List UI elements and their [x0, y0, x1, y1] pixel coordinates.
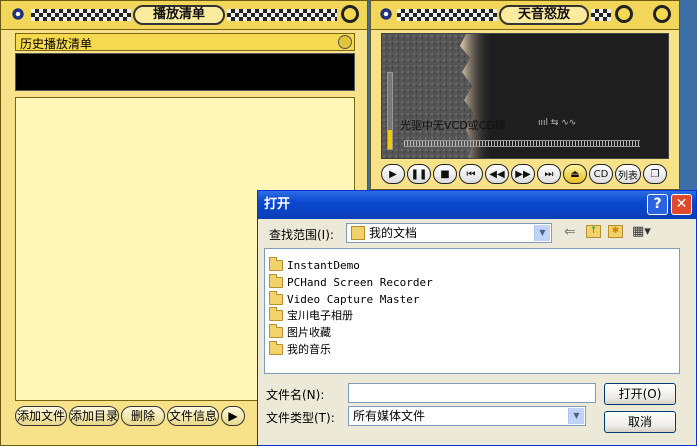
player-menu-icon[interactable]: [379, 7, 393, 21]
forward-button[interactable]: ▶▶: [511, 164, 535, 184]
cancel-button[interactable]: 取消: [604, 411, 676, 433]
folder-icon: [269, 290, 283, 305]
app-menu-icon[interactable]: [11, 7, 25, 21]
last-track-button[interactable]: ⏭: [537, 164, 561, 184]
lookin-label: 查找范围(I):: [269, 228, 334, 242]
music-folder-icon: [269, 340, 283, 355]
playlist-play-button[interactable]: ▶: [221, 406, 245, 426]
back-arrow-icon[interactable]: ⇐: [564, 224, 576, 240]
titlebar-pattern: [591, 9, 611, 21]
first-track-button[interactable]: ⏮: [459, 164, 483, 184]
list-item[interactable]: 我的音乐: [269, 340, 331, 357]
close-knob-icon[interactable]: [341, 5, 359, 23]
spectrum-icons[interactable]: ıııl ⇆ ∿∿: [538, 118, 576, 128]
player-window: 天音怒放 光驱中无VCD或CD碟 ıııl ⇆ ∿∿ ▶ ❚❚ ■ ⏮ ◀◀ ▶…: [370, 0, 680, 190]
chevron-down-icon[interactable]: ▼: [568, 408, 584, 424]
lookin-dropdown[interactable]: 我的文档 ▼: [346, 223, 552, 243]
list-item[interactable]: 图片收藏: [269, 323, 331, 340]
status-text: 光驱中无VCD或CD碟: [400, 119, 506, 132]
add-file-button[interactable]: 添加文件: [15, 406, 67, 426]
history-toggle-icon[interactable]: [338, 35, 352, 49]
titlebar-pattern: [227, 9, 337, 21]
list-item[interactable]: PCHand Screen Recorder: [269, 273, 433, 290]
volume-slider[interactable]: [387, 72, 393, 150]
filename-input[interactable]: [348, 383, 596, 403]
folder-icon: [269, 256, 283, 271]
file-info-button[interactable]: 文件信息: [167, 406, 219, 426]
chevron-down-icon[interactable]: ▼: [534, 225, 550, 241]
add-folder-button[interactable]: 添加目录: [69, 406, 119, 426]
playlist-titlebar[interactable]: 播放清单: [1, 1, 367, 30]
list-item[interactable]: InstantDemo: [269, 256, 360, 273]
help-icon[interactable]: ?: [647, 194, 668, 215]
minimize-knob-icon[interactable]: [615, 5, 633, 23]
filetype-value: 所有媒体文件: [353, 409, 426, 423]
history-playlist-box[interactable]: [15, 53, 355, 91]
dialog-titlebar[interactable]: 打开 ? ✕: [258, 191, 696, 219]
filetype-label: 文件类型(T):: [266, 411, 335, 425]
history-playlist-label: 历史播放清单: [20, 37, 93, 51]
mini-mode-button[interactable]: ❐: [643, 164, 667, 184]
list-button[interactable]: 列表: [615, 164, 641, 184]
seek-bar[interactable]: [404, 140, 640, 147]
delete-button[interactable]: 删除: [121, 406, 165, 426]
playlist-title: 播放清单: [133, 5, 225, 25]
close-knob-icon[interactable]: [653, 5, 671, 23]
list-item[interactable]: Video Capture Master: [269, 290, 419, 307]
close-icon[interactable]: ✕: [671, 194, 692, 215]
play-button[interactable]: ▶: [381, 164, 405, 184]
filetype-dropdown[interactable]: 所有媒体文件 ▼: [348, 406, 586, 426]
list-item[interactable]: 宝川电子相册: [269, 306, 353, 323]
folder-icon: [269, 306, 283, 321]
player-display: 光驱中无VCD或CD碟 ıııl ⇆ ∿∿: [381, 33, 669, 159]
cd-button[interactable]: CD: [589, 164, 613, 184]
up-folder-icon[interactable]: ↑: [586, 225, 601, 238]
pictures-folder-icon: [269, 323, 283, 338]
lookin-value: 我的文档: [369, 226, 418, 240]
file-list[interactable]: InstantDemo PCHand Screen Recorder Video…: [264, 248, 680, 374]
folder-icon: [269, 273, 283, 288]
view-menu-icon[interactable]: ▦▾: [632, 224, 651, 239]
stop-button[interactable]: ■: [433, 164, 457, 184]
documents-folder-icon: [351, 226, 365, 240]
titlebar-pattern: [397, 9, 497, 21]
filename-label: 文件名(N):: [266, 388, 325, 402]
player-titlebar[interactable]: 天音怒放: [371, 1, 679, 30]
volume-level: [388, 130, 392, 149]
eject-button[interactable]: ⏏: [563, 164, 587, 184]
open-button[interactable]: 打开(O): [604, 383, 676, 405]
titlebar-pattern: [31, 9, 131, 21]
dialog-title: 打开: [264, 197, 291, 212]
rewind-button[interactable]: ◀◀: [485, 164, 509, 184]
history-playlist-header[interactable]: 历史播放清单: [15, 33, 355, 51]
new-folder-icon[interactable]: ✱: [608, 225, 623, 238]
pause-button[interactable]: ❚❚: [407, 164, 431, 184]
player-title: 天音怒放: [499, 5, 589, 25]
